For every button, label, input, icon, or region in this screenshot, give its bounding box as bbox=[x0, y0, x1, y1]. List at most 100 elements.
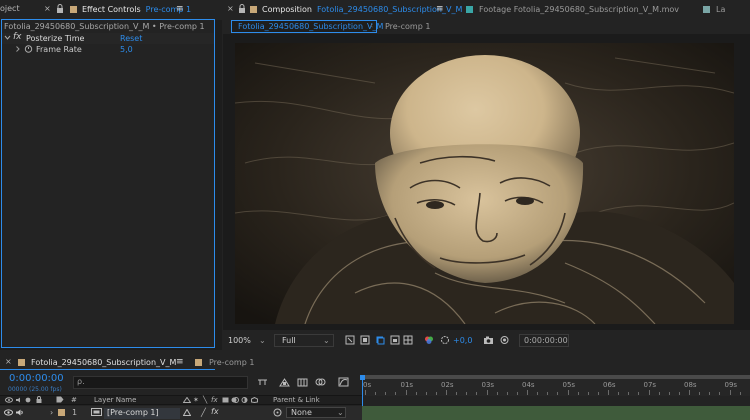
close-icon[interactable]: × bbox=[5, 357, 12, 366]
breadcrumb: Fotolia_29450680_Subscription_V_M • Pre-… bbox=[4, 22, 205, 31]
frame-blending-icon[interactable] bbox=[297, 377, 308, 387]
graph-editor-icon[interactable] bbox=[338, 377, 349, 387]
motion-blur-icon[interactable] bbox=[315, 377, 326, 387]
tab-timeline-precomp-label: Pre-comp 1 bbox=[209, 358, 255, 367]
ruler-tick bbox=[496, 392, 498, 395]
subtab-main-comp-label: Fotolia_29450680_Subscription_V_M bbox=[238, 22, 384, 31]
layer-duration-bar[interactable] bbox=[362, 406, 750, 420]
fx-icon[interactable]: fx bbox=[13, 32, 22, 42]
frame-rate-value[interactable]: 5,0 bbox=[120, 45, 133, 54]
color-channels-icon[interactable] bbox=[424, 335, 434, 345]
audio-header-icon bbox=[15, 397, 23, 403]
ruler-tick bbox=[628, 392, 630, 395]
label-header-icon bbox=[56, 396, 64, 403]
ruler-tick bbox=[456, 392, 458, 395]
exposure-reset-icon[interactable] bbox=[440, 335, 450, 345]
fx-switch-header-icon: fx bbox=[211, 396, 218, 404]
eye-icon[interactable] bbox=[4, 409, 13, 416]
ruler-tick bbox=[689, 390, 690, 395]
parent-value: None bbox=[291, 408, 312, 417]
ruler-tick bbox=[486, 390, 488, 395]
label-color-swatch bbox=[250, 6, 257, 13]
precomp-icon bbox=[91, 408, 102, 416]
ruler-tick bbox=[527, 390, 528, 395]
lock-header-icon bbox=[36, 396, 42, 403]
ruler-tick bbox=[557, 392, 559, 395]
show-snapshot-icon[interactable] bbox=[499, 335, 510, 345]
ruler-tick bbox=[587, 392, 589, 395]
panel-menu-icon[interactable]: ≡ bbox=[176, 4, 184, 14]
chevron-down-icon: ⌄ bbox=[259, 336, 266, 345]
ruler-tick bbox=[567, 390, 569, 395]
expand-chevron-right-icon[interactable] bbox=[15, 45, 21, 53]
expand-chevron-right-icon[interactable]: › bbox=[50, 408, 53, 417]
tab-layer[interactable]: La bbox=[703, 5, 725, 14]
speaker-icon[interactable] bbox=[15, 409, 24, 416]
lock-icon[interactable] bbox=[56, 4, 64, 13]
ruler-tick bbox=[537, 392, 539, 395]
ruler-tick bbox=[648, 390, 650, 395]
layer-label-color[interactable] bbox=[58, 409, 65, 416]
stopwatch-icon[interactable] bbox=[24, 44, 33, 53]
footage-swatch-icon bbox=[466, 6, 473, 13]
snapshot-camera-icon[interactable] bbox=[483, 335, 494, 345]
ruler-tick bbox=[739, 392, 741, 395]
subtab-precomp[interactable]: Pre-comp 1 bbox=[385, 22, 430, 31]
mask-visibility-icon[interactable] bbox=[375, 335, 385, 345]
comp-mini-flowchart-icon[interactable] bbox=[257, 378, 268, 387]
tab-timeline-main[interactable]: Fotolia_29450680_Subscription_V_M bbox=[18, 358, 176, 367]
timeline-timecode[interactable]: 0:00:00:00 bbox=[9, 373, 64, 384]
fx-switch-icon[interactable]: fx bbox=[211, 407, 219, 416]
layer-name: [Pre-comp 1] bbox=[107, 408, 159, 417]
close-icon[interactable]: × bbox=[227, 4, 234, 13]
safe-margins-icon[interactable] bbox=[390, 335, 400, 345]
ruler-tick bbox=[375, 392, 377, 395]
active-tab-underline bbox=[0, 369, 215, 370]
ruler-tick bbox=[516, 392, 518, 395]
zoom-dropdown[interactable]: 100% bbox=[228, 336, 251, 345]
ruler-tick bbox=[719, 392, 721, 395]
shy-layers-icon[interactable] bbox=[279, 377, 290, 387]
composition-frame[interactable] bbox=[235, 43, 734, 324]
expand-chevron-icon[interactable] bbox=[4, 34, 11, 42]
viewer-timecode-value: 0:00:00:00 bbox=[524, 336, 568, 345]
region-of-interest-icon[interactable] bbox=[345, 335, 355, 345]
ruler-tick bbox=[577, 392, 579, 395]
ruler-label-03s: 03s bbox=[481, 381, 495, 389]
ruler-label-02s: 02s bbox=[441, 381, 454, 389]
transparency-grid-icon[interactable] bbox=[360, 335, 370, 345]
ruler-label-06s: 06s bbox=[603, 381, 616, 389]
ruler-tick bbox=[699, 392, 701, 395]
panel-menu-icon[interactable]: ≡ bbox=[436, 4, 444, 14]
tab-timeline-main-label: Fotolia_29450680_Subscription_V_M bbox=[31, 358, 177, 367]
close-icon[interactable]: × bbox=[44, 4, 51, 13]
ruler-tick bbox=[476, 392, 478, 395]
label-color-swatch bbox=[70, 6, 77, 13]
work-area-bar[interactable] bbox=[362, 375, 750, 379]
tab-composition[interactable]: Composition Fotolia_29450680_Subscriptio… bbox=[250, 5, 462, 14]
video-visibility-header-icon bbox=[5, 397, 13, 403]
ruler-tick bbox=[365, 390, 366, 395]
ruler-label-0s: 0s bbox=[363, 381, 372, 389]
panel-menu-icon[interactable]: ≡ bbox=[176, 357, 184, 367]
tab-footage[interactable]: Footage Fotolia_29450680_Subscription_V_… bbox=[466, 5, 679, 14]
tab-effect-controls[interactable]: Effect Controls Pre-comp 1 bbox=[70, 5, 191, 14]
lock-icon[interactable] bbox=[238, 4, 246, 13]
tab-project[interactable]: oject bbox=[0, 4, 20, 13]
ruler-tick bbox=[668, 392, 670, 395]
pick-whip-icon[interactable] bbox=[273, 408, 282, 417]
tab-timeline-precomp[interactable]: Pre-comp 1 bbox=[195, 358, 254, 367]
ruler-tick bbox=[425, 392, 427, 395]
channel-grid-icon[interactable] bbox=[403, 335, 413, 345]
layer-search-input[interactable] bbox=[73, 376, 248, 389]
layer-swatch-icon bbox=[703, 6, 710, 13]
shy-switch-icon[interactable] bbox=[183, 409, 191, 416]
ruler-label-05s: 05s bbox=[562, 381, 576, 389]
ruler-tick bbox=[405, 390, 407, 395]
reset-link[interactable]: Reset bbox=[120, 34, 142, 43]
effect-name: Posterize Time bbox=[26, 34, 85, 43]
exposure-value[interactable]: +0,0 bbox=[453, 336, 472, 345]
ruler-label-04s: 04s bbox=[522, 381, 535, 389]
quality-switch-icon[interactable]: ╱ bbox=[201, 408, 206, 417]
ruler-tick bbox=[658, 392, 660, 395]
